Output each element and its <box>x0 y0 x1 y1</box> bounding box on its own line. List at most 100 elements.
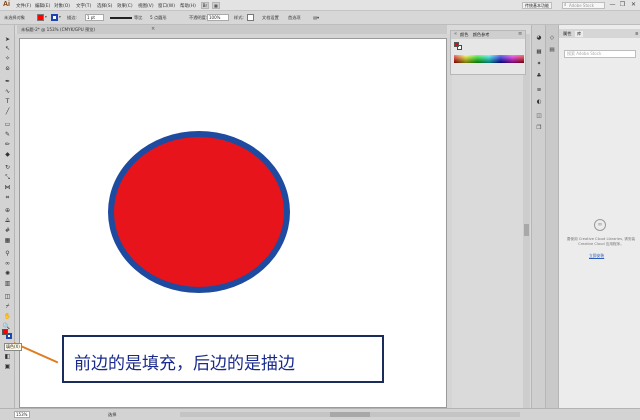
panel-menu-icon[interactable]: ≡ <box>518 31 522 37</box>
vertical-scroll-thumb[interactable] <box>524 224 529 236</box>
artboards-panel-icon[interactable]: ▤ <box>548 47 556 54</box>
mesh-tool-icon[interactable]: # <box>3 227 12 234</box>
layers-panel-icon[interactable]: ◇ <box>548 35 556 42</box>
brush-definition[interactable]: 5 点圆形 <box>150 15 167 21</box>
rectangle-tool-icon[interactable]: ▭ <box>3 121 12 128</box>
symbols-panel-icon[interactable]: ♣ <box>535 73 543 80</box>
illustrator-window: Ai 文件(F) 编辑(E) 对象(O) 文字(T) 选择(S) 效果(C) 视… <box>0 0 640 420</box>
screen-mode-icon[interactable]: ▣ <box>3 363 12 370</box>
menu-select[interactable]: 选择(S) <box>97 3 112 9</box>
line-tool-icon[interactable]: ╱ <box>3 108 12 115</box>
libraries-search-input[interactable]: 搜索 Adobe Stock <box>564 50 636 58</box>
appearance-panel-icon[interactable]: ◫ <box>535 113 543 120</box>
bridge-icon[interactable]: Br <box>201 2 209 9</box>
color-tab[interactable]: 颜色 <box>460 32 468 37</box>
close-tab-icon[interactable]: × <box>151 26 155 32</box>
fill-swatch[interactable] <box>37 14 44 21</box>
stroke-line-preview[interactable] <box>110 17 132 19</box>
symbol-sprayer-tool-icon[interactable]: ✺ <box>3 270 12 277</box>
scale-tool-icon[interactable]: ⤡ <box>3 174 12 181</box>
eyedropper-tool-icon[interactable]: ⚲ <box>3 250 12 257</box>
column-graph-tool-icon[interactable]: ▥ <box>3 280 12 287</box>
direct-selection-tool-icon[interactable]: ↖ <box>3 45 12 52</box>
hand-tool-icon[interactable]: ✋ <box>3 313 12 320</box>
color-guide-tab[interactable]: 颜色参考 <box>473 32 490 37</box>
perspective-tool-icon[interactable]: ⟁ <box>3 217 12 224</box>
workspace-switcher[interactable]: 传统基本功能 <box>522 2 552 9</box>
tools-panel: ➤ ↖ ✧ ɷ ✒ ∿ T ╱ ▭ ✎ ✏ ◆ ↻ ⤡ ⋈ ⌗ ⊕ ⟁ # ▦ … <box>0 25 22 408</box>
fill-color-box[interactable] <box>2 329 8 335</box>
libraries-tab-bar: 属性 库 ≡ <box>559 29 640 38</box>
canvas-horizontal-scrollbar[interactable] <box>180 412 520 417</box>
pen-tool-icon[interactable]: ✒ <box>3 78 12 85</box>
swatches-panel-icon[interactable]: ▦ <box>535 49 543 56</box>
color-panel-icon[interactable]: ◕ <box>535 35 543 42</box>
artboard-tool-icon[interactable]: ◫ <box>3 293 12 300</box>
selection-tool-icon[interactable]: ➤ <box>3 36 12 43</box>
eraser-tool-icon[interactable]: ◆ <box>3 151 12 158</box>
curvature-tool-icon[interactable]: ∿ <box>3 88 12 95</box>
stroke-panel-icon[interactable]: ≡ <box>535 87 543 94</box>
color-panel-title[interactable]: 颜色 颜色参考 <box>460 32 490 38</box>
menu-object[interactable]: 对象(O) <box>54 3 70 9</box>
rotate-tool-icon[interactable]: ↻ <box>3 164 12 171</box>
pencil-tool-icon[interactable]: ✏ <box>3 141 12 148</box>
menu-bar: Ai 文件(F) 编辑(E) 对象(O) 文字(T) 选择(S) 效果(C) 视… <box>0 0 640 11</box>
paintbrush-tool-icon[interactable]: ✎ <box>3 131 12 138</box>
tab-properties[interactable]: 属性 <box>561 31 573 37</box>
menu-edit[interactable]: 编辑(E) <box>35 3 50 9</box>
close-icon[interactable]: ✕ <box>629 1 638 8</box>
stock-search[interactable]: ⌕ Adobe Stock <box>562 2 605 9</box>
document-tab[interactable]: 未标题-2* @ 153% (CMYK/GPU 预览) × <box>17 25 447 34</box>
width-tool-icon[interactable]: ⋈ <box>3 184 12 191</box>
stroke-dropdown-icon[interactable]: ▾ <box>59 15 61 19</box>
current-tool-status[interactable]: 选择 <box>108 412 116 418</box>
tab-libraries[interactable]: 库 <box>575 31 584 37</box>
horizontal-scroll-thumb[interactable] <box>330 412 370 417</box>
stroke-weight-field[interactable]: 1 pt <box>85 14 104 21</box>
annotation-callout: 前边的是填充，后边的是描边 <box>62 335 384 383</box>
menu-help[interactable]: 帮助(H) <box>180 3 196 9</box>
canvas-vertical-scrollbar[interactable] <box>523 34 530 408</box>
preferences-button[interactable]: 首选项 <box>288 15 301 21</box>
selection-status: 未选择对象 <box>4 15 25 20</box>
slice-tool-icon[interactable]: ⌿ <box>3 303 12 310</box>
graphic-styles-panel-icon[interactable]: ❐ <box>535 125 543 132</box>
install-now-link[interactable]: 立即安装 <box>589 253 604 259</box>
type-tool-icon[interactable]: T <box>3 98 12 105</box>
arrange-documents-icon[interactable]: ▦ <box>212 2 220 9</box>
panel-menu-icon[interactable]: ≡ <box>633 31 640 36</box>
drawing-mode-icon[interactable]: ◧ <box>3 353 12 360</box>
creative-cloud-icon: ∞ <box>594 219 606 231</box>
red-ellipse-shape[interactable] <box>108 131 290 293</box>
opacity-label: 不透明度: <box>189 15 208 20</box>
gradient-tool-icon[interactable]: ▦ <box>3 237 12 244</box>
fill-dropdown-icon[interactable]: ▾ <box>45 15 47 19</box>
free-transform-tool-icon[interactable]: ⌗ <box>3 194 12 201</box>
shape-builder-tool-icon[interactable]: ⊕ <box>3 207 12 214</box>
brushes-panel-icon[interactable]: ✦ <box>535 61 543 68</box>
menu-view[interactable]: 视图(V) <box>138 3 154 9</box>
maximize-icon[interactable]: ❐ <box>618 1 627 8</box>
fill-tooltip: 填色(X) <box>4 343 22 351</box>
color-spectrum[interactable] <box>454 55 524 63</box>
stroke-profile[interactable]: 等比 <box>134 15 142 21</box>
arrange-icon[interactable]: ▤▾ <box>313 15 319 20</box>
zoom-level-field[interactable]: 153% <box>14 411 30 418</box>
panel-close-icon[interactable]: « <box>454 31 457 37</box>
panel-fill-swatch[interactable] <box>454 42 459 47</box>
stroke-label: 描边: <box>67 15 77 20</box>
opacity-field[interactable]: 100% <box>207 14 229 21</box>
menu-effect[interactable]: 效果(C) <box>117 3 133 9</box>
minimize-icon[interactable]: — <box>608 1 617 8</box>
document-setup-button[interactable]: 文档设置 <box>262 15 279 21</box>
stroke-swatch[interactable] <box>51 14 58 21</box>
menu-type[interactable]: 文字(T) <box>76 3 91 9</box>
magic-wand-tool-icon[interactable]: ✧ <box>3 55 12 62</box>
lasso-tool-icon[interactable]: ɷ <box>3 65 12 72</box>
menu-file[interactable]: 文件(F) <box>16 3 31 9</box>
menu-window[interactable]: 窗口(W) <box>158 3 175 9</box>
blend-tool-icon[interactable]: ∞ <box>3 260 12 267</box>
transparency-panel-icon[interactable]: ◐ <box>535 99 543 106</box>
style-swatch[interactable] <box>247 14 254 21</box>
